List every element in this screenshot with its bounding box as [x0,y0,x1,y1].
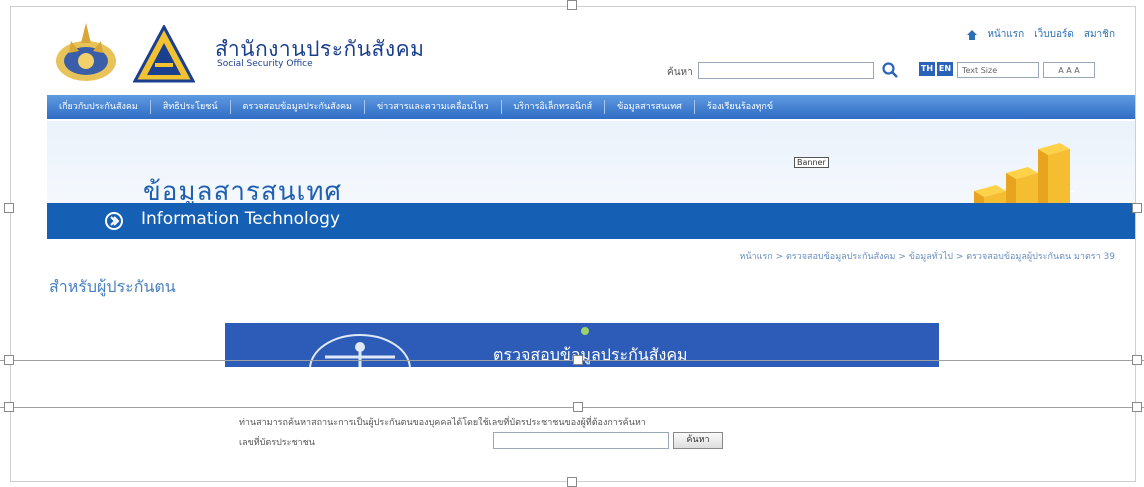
banner-subtitle: Information Technology [141,209,341,229]
text-size-label: Text Size [957,62,1039,78]
nav-about[interactable]: เกี่ยวกับประกันสังคม [47,100,151,114]
resize-handle-left[interactable] [4,203,14,213]
nav-e-services[interactable]: บริการอิเล็กทรอนิกส์ [502,100,606,114]
org-name-english: Social Security Office [217,59,313,69]
search-submit-button[interactable]: ค้นหา [673,432,723,449]
banner-strip: Information Technology [47,203,1135,239]
text-size-controls[interactable]: A A A [1043,62,1095,78]
search-label: ค้นหา [667,67,693,78]
toplink-home[interactable]: หน้าแรก [987,27,1024,42]
nav-news[interactable]: ข่าวสารและความเคลื่อนไหว [365,100,502,114]
banner-tag: Banner [794,157,829,168]
resize-handle-top[interactable] [567,0,577,10]
resize-handle-bottom[interactable] [567,477,577,487]
lang-en-button[interactable]: EN [937,62,953,76]
banner: Banner ข้อมูลสารสนเทศ Information Techno… [47,121,1135,239]
toplink-webboard[interactable]: เว็บบอร์ด [1034,27,1074,42]
arrow-circle-icon [105,212,123,230]
search-icon[interactable] [881,61,899,79]
promo-text: ตรวจสอบข้อมูลประกันสังคม [493,345,688,364]
resize-handle-center-low[interactable] [573,402,583,412]
home-icon [967,29,978,40]
resize-handle-center-mid[interactable] [573,355,583,365]
nav-benefits[interactable]: สิทธิประโยชน์ [151,100,231,114]
selection-line-top [0,360,1144,361]
search-input[interactable] [698,62,874,79]
resize-handle-right-mid[interactable] [1132,355,1142,365]
person-figure-icon [309,334,411,367]
promo-dot [581,327,589,335]
resize-handle-left-low[interactable] [4,402,14,412]
toplink-member[interactable]: สมาชิก [1084,27,1115,42]
resize-handle-right-low[interactable] [1132,402,1142,412]
breadcrumb[interactable]: หน้าแรก > ตรวจสอบข้อมูลประกันสังคม > ข้อ… [740,249,1115,263]
nav-it-info[interactable]: ข้อมูลสารสนเทศ [605,100,695,114]
royal-seal-logo [56,23,116,81]
search-instructions: ท่านสามารถค้นหาสถานะการเป็นผู้ประกันตนขอ… [239,418,646,428]
selection-line-bottom [0,407,1144,408]
top-links: หน้าแรก เว็บบอร์ด สมาชิก [967,27,1115,42]
resize-handle-right[interactable] [1132,203,1142,213]
nav-complaints[interactable]: ร้องเรียนร้องทุกข์ [695,100,785,114]
id-field-label: เลขที่บัตรประชาชน [239,438,315,448]
resize-handle-left-mid[interactable] [4,355,14,365]
sso-triangle-logo [133,25,195,83]
nav-check-info[interactable]: ตรวจสอบข้อมูลประกันสังคม [231,100,365,114]
main-nav: เกี่ยวกับประกันสังคม สิทธิประโยชน์ ตรวจส… [47,95,1135,119]
lang-th-button[interactable]: TH [919,62,935,76]
section-title: สำหรับผู้ประกันตน [49,277,176,296]
citizen-id-input[interactable] [493,432,669,449]
